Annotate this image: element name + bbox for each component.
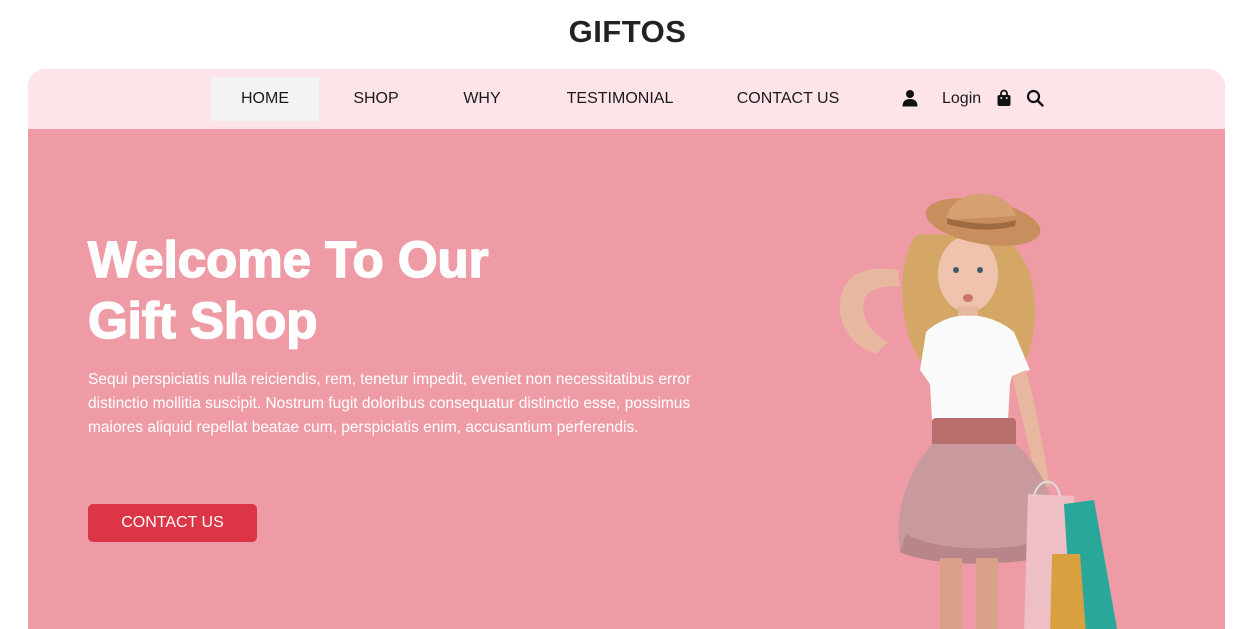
- nav-item-testimonial[interactable]: TESTIMONIAL: [550, 77, 690, 121]
- hero-frame: HOME SHOP WHY TESTIMONIAL CONTACT US Log…: [28, 69, 1225, 629]
- main-navbar: HOME SHOP WHY TESTIMONIAL CONTACT US Log…: [28, 69, 1225, 129]
- nav-item-shop[interactable]: SHOP: [334, 77, 418, 121]
- hero-image: [839, 193, 1118, 629]
- login-link[interactable]: Login: [942, 77, 981, 121]
- nav-item-home[interactable]: HOME: [211, 77, 319, 121]
- search-icon[interactable]: [1026, 89, 1044, 107]
- site-logo[interactable]: GIFTOS: [0, 14, 1255, 50]
- hero-title-line-1: Welcome To Our: [87, 230, 489, 289]
- user-icon[interactable]: [901, 89, 919, 107]
- nav-item-contact-us[interactable]: CONTACT US: [722, 77, 854, 121]
- hero-description: Sequi perspiciatis nulla reiciendis, rem…: [88, 371, 692, 436]
- hero-title-line-2: Gift Shop: [87, 291, 318, 350]
- hero-title: Welcome To Our Gift Shop: [87, 229, 648, 351]
- nav-item-why[interactable]: WHY: [442, 77, 522, 121]
- shopping-bag-icon[interactable]: [995, 89, 1013, 107]
- contact-us-button[interactable]: CONTACT US: [88, 504, 257, 542]
